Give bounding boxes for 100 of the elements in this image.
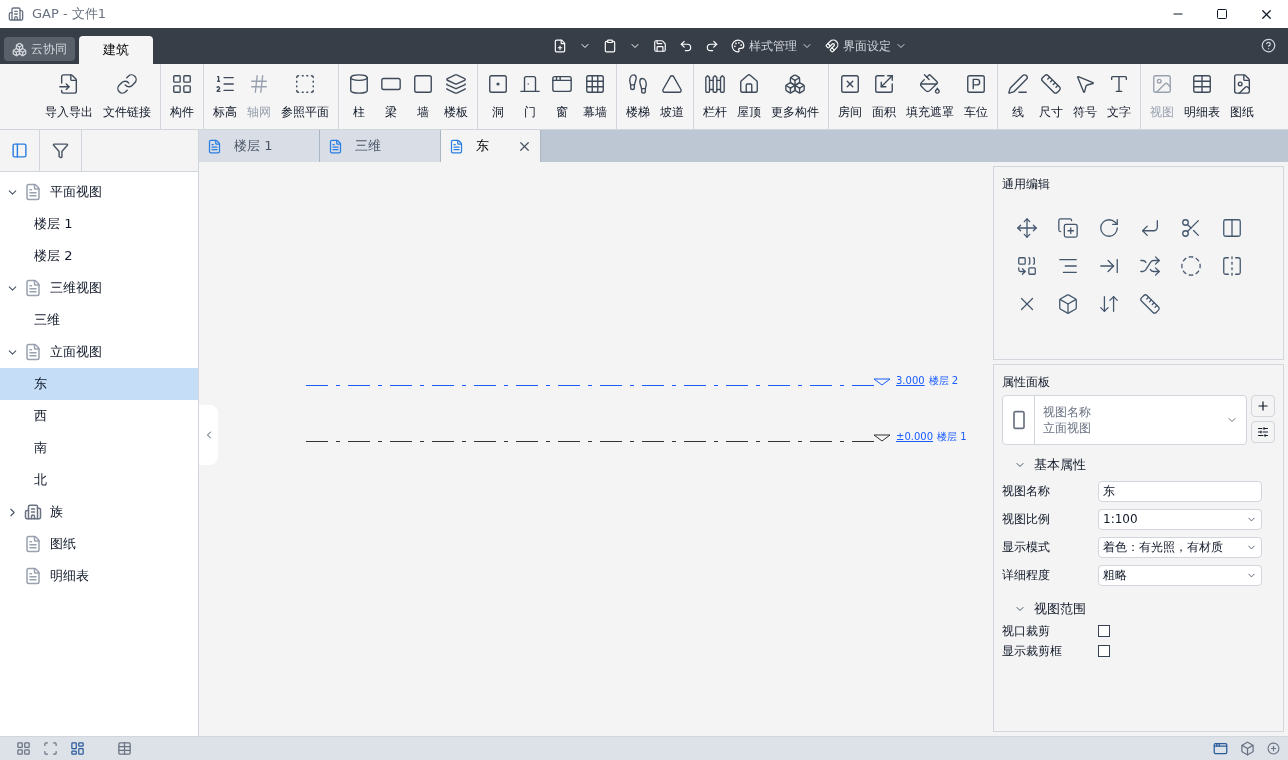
- ribbon-tool[interactable]: 面积: [867, 64, 901, 129]
- select-field[interactable]: 粗略: [1098, 564, 1262, 586]
- ribbon-tool[interactable]: 幕墙: [578, 64, 612, 129]
- tree-label: 族: [50, 503, 63, 522]
- ribbon-tool[interactable]: 更多构件: [766, 64, 824, 129]
- tree-label: 东: [34, 375, 47, 394]
- ribbon-tool[interactable]: 梁: [375, 64, 407, 129]
- tree-item[interactable]: 三维视图: [0, 272, 198, 304]
- property-label: 视图比例: [1002, 511, 1051, 528]
- tree-item[interactable]: 图纸: [0, 528, 198, 560]
- tree-item[interactable]: 明细表: [0, 560, 198, 592]
- ribbon-tool[interactable]: 构件: [165, 64, 199, 129]
- filter-icon: [52, 142, 69, 159]
- redo-icon[interactable]: [705, 39, 719, 53]
- ribbon-tool[interactable]: 文字: [1102, 64, 1136, 129]
- dashed-circle-icon[interactable]: [1179, 255, 1202, 277]
- ribbon-tool[interactable]: 填充遮罩: [901, 64, 959, 129]
- property-label: 显示模式: [1002, 539, 1051, 556]
- checkbox[interactable]: [1098, 645, 1110, 657]
- ribbon-tool[interactable]: 尺寸: [1034, 64, 1068, 129]
- select-field[interactable]: 着色：有光照，有材质: [1098, 536, 1262, 558]
- new-file-icon[interactable]: [553, 39, 567, 53]
- toolbar-menu[interactable]: 界面设定: [825, 37, 907, 55]
- ribbon-tool[interactable]: 符号: [1068, 64, 1102, 129]
- ribbon-tool[interactable]: 坡道: [655, 64, 689, 129]
- window-icon[interactable]: [1213, 741, 1228, 756]
- ruler-icon[interactable]: [1138, 293, 1161, 315]
- tree-item[interactable]: 族: [0, 496, 198, 528]
- plus-icon: [1256, 399, 1270, 413]
- tab-view-icon: [207, 138, 222, 154]
- ribbon-tool[interactable]: 线: [1002, 64, 1034, 129]
- ribbon-tool[interactable]: 房间: [833, 64, 867, 129]
- flip-icon[interactable]: [1220, 255, 1243, 277]
- property-label: 显示裁剪框: [1002, 643, 1063, 660]
- level-name: 楼层 1: [937, 432, 967, 442]
- ribbon-tool[interactable]: 屋顶: [732, 64, 766, 129]
- copy-icon[interactable]: [1056, 217, 1079, 239]
- ribbon-tool[interactable]: 参照平面: [276, 64, 334, 129]
- up-down-arrows-icon[interactable]: [1097, 293, 1120, 315]
- cube-icon[interactable]: [1240, 741, 1255, 756]
- checkbox[interactable]: [1098, 625, 1110, 637]
- ribbon-tool[interactable]: 导入导出: [40, 64, 98, 129]
- undo-icon[interactable]: [679, 39, 693, 53]
- ribbon-tool[interactable]: 洞: [482, 64, 514, 129]
- tree-label: 图纸: [50, 535, 76, 554]
- ribbon-tool[interactable]: 柱: [343, 64, 375, 129]
- select-field[interactable]: 1:100: [1098, 508, 1262, 530]
- document-tab[interactable]: 楼层 1: [199, 130, 320, 162]
- ribbon-tool[interactable]: 楼板: [439, 64, 473, 129]
- toolbar-menu[interactable]: 样式管理: [731, 37, 813, 55]
- ribbon-tool[interactable]: 车位: [959, 64, 993, 129]
- tree-item[interactable]: 北: [0, 464, 198, 496]
- shuffle-icon[interactable]: [1138, 255, 1161, 277]
- type-selector[interactable]: 视图名称 立面视图: [1002, 395, 1247, 445]
- save-icon[interactable]: [653, 39, 667, 53]
- document-tab[interactable]: 三维: [320, 130, 441, 162]
- ribbon-tool[interactable]: 门: [514, 64, 546, 129]
- tree-item[interactable]: 立面视图: [0, 336, 198, 368]
- panel-title: 通用编辑: [1002, 176, 1051, 193]
- ribbon-tool[interactable]: 栏杆: [698, 64, 732, 129]
- scan-icon[interactable]: [43, 741, 58, 756]
- combine-icon[interactable]: [1015, 255, 1038, 277]
- tree-item[interactable]: 东: [0, 368, 198, 400]
- dashboard-icon[interactable]: [70, 741, 85, 756]
- document-tab[interactable]: 东: [441, 130, 541, 162]
- ribbon-tool[interactable]: 文件链接: [98, 64, 156, 129]
- tree-item[interactable]: 楼层 1: [0, 208, 198, 240]
- grid-view-icon[interactable]: [16, 741, 31, 756]
- ribbon-tool[interactable]: 窗: [546, 64, 578, 129]
- tab-label: 三维: [355, 137, 382, 156]
- tree-item[interactable]: 楼层 2: [0, 240, 198, 272]
- roof-icon: [738, 72, 760, 95]
- rotate-icon[interactable]: [1097, 217, 1120, 239]
- ribbon-tool[interactable]: 墙: [407, 64, 439, 129]
- ribbon-tool[interactable]: 楼梯: [621, 64, 655, 129]
- table-icon[interactable]: [117, 741, 132, 756]
- property-label: 视图名称: [1002, 483, 1051, 500]
- ribbon-tool[interactable]: 标高: [208, 64, 242, 129]
- zoom-icon[interactable]: [1267, 742, 1280, 755]
- tree-item[interactable]: 平面视图: [0, 176, 198, 208]
- columns-icon[interactable]: [1220, 217, 1243, 239]
- help-icon[interactable]: [1261, 38, 1276, 53]
- dashed-square-icon: [294, 72, 316, 95]
- tree-item[interactable]: 三维: [0, 304, 198, 336]
- ribbon-tab[interactable]: 建筑: [79, 36, 153, 64]
- collapse-handle[interactable]: [199, 405, 218, 465]
- move-icon[interactable]: [1015, 217, 1038, 239]
- text-field[interactable]: 东: [1098, 480, 1262, 502]
- cloud-button[interactable]: 云协同: [4, 37, 75, 61]
- clipboard-icon[interactable]: [603, 39, 617, 53]
- edit-type-button[interactable]: [1251, 421, 1275, 443]
- tree-item[interactable]: 西: [0, 400, 198, 432]
- grid-lines-icon: [248, 72, 270, 95]
- box-icon[interactable]: [1056, 293, 1079, 315]
- ribbon-tool[interactable]: 图纸: [1225, 64, 1259, 129]
- tree-label: 三维: [34, 311, 60, 330]
- ribbon-tool[interactable]: 明细表: [1179, 64, 1225, 129]
- add-type-button[interactable]: [1251, 395, 1275, 417]
- scissors-icon[interactable]: [1179, 217, 1202, 239]
- tree-item[interactable]: 南: [0, 432, 198, 464]
